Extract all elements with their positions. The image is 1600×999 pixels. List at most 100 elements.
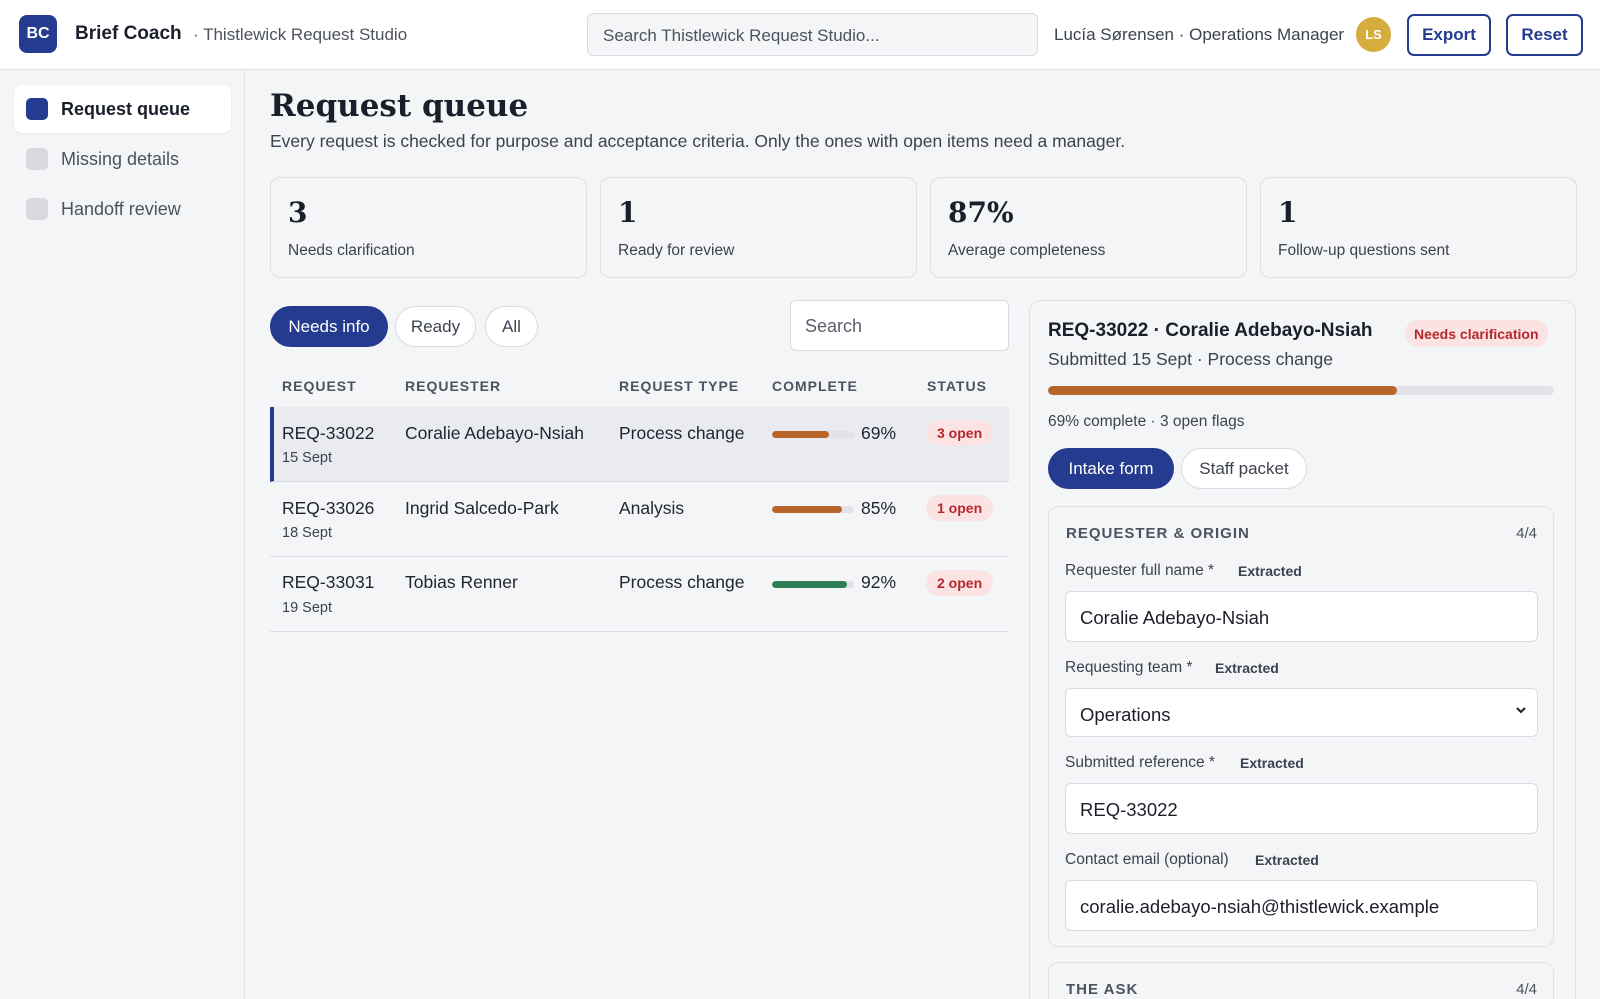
completeness-bar xyxy=(772,431,854,438)
stat-value: 87% xyxy=(948,196,1014,229)
extracted-tag: Extracted xyxy=(1255,852,1319,868)
request-type: Analysis xyxy=(619,498,685,518)
request-id: REQ-33026 xyxy=(282,498,375,518)
tab-intake-form[interactable]: Intake form xyxy=(1048,448,1174,489)
section-the-ask: THE ASK 4/4 xyxy=(1048,962,1554,999)
filter-all[interactable]: All xyxy=(485,306,538,347)
request-id: REQ-33022 xyxy=(282,423,375,443)
workspace-name: · Thistlewick Request Studio xyxy=(193,25,408,44)
app-name: Brief Coach xyxy=(75,23,182,44)
sidebar-item-label: Missing details xyxy=(61,148,180,169)
status-badge: Needs clarification xyxy=(1405,320,1548,347)
reset-button[interactable]: Reset xyxy=(1506,14,1583,56)
completeness-bar-fill xyxy=(772,506,842,513)
completeness-value: 69% xyxy=(861,423,897,443)
queue-search-input[interactable]: Search xyxy=(790,300,1009,351)
detail-progress-bar xyxy=(1048,386,1554,395)
field-value: Coralie Adebayo-Nsiah xyxy=(1080,607,1270,628)
sidebar-item-request-queue[interactable]: Request queue xyxy=(14,85,231,133)
status-badge: 1 open xyxy=(926,495,994,521)
request-type: Process change xyxy=(619,423,745,443)
missing-details-icon xyxy=(26,148,48,170)
extracted-tag: Extracted xyxy=(1215,660,1279,676)
filter-needs-info[interactable]: Needs info xyxy=(270,306,388,347)
detail-title: REQ-33022 · Coralie Adebayo-Nsiah xyxy=(1048,320,1373,341)
column-header-complete[interactable]: COMPLETE xyxy=(772,378,858,394)
requester-name: Coralie Adebayo-Nsiah xyxy=(405,423,584,443)
field-label-requesting-team: Requesting team * xyxy=(1065,659,1193,676)
stat-card-average-completeness: 87% Average completeness xyxy=(930,177,1247,278)
detail-subtitle: Submitted 15 Sept · Process change xyxy=(1048,349,1334,369)
field-label-requester-name: Requester full name * xyxy=(1065,562,1215,579)
requester-name: Ingrid Salcedo-Park xyxy=(405,498,559,518)
completeness-bar-fill xyxy=(772,581,848,588)
column-header-request-type[interactable]: REQUEST TYPE xyxy=(619,378,739,394)
stat-value: 1 xyxy=(1278,196,1298,229)
top-bar: BC Brief Coach · Thistlewick Request Stu… xyxy=(0,0,1600,70)
completeness-bar-fill xyxy=(772,431,829,438)
tab-staff-packet[interactable]: Staff packet xyxy=(1181,448,1307,489)
field-value: Operations xyxy=(1080,704,1171,725)
column-header-requester[interactable]: REQUESTER xyxy=(405,378,501,394)
requesting-team-select[interactable]: Operations xyxy=(1065,688,1538,737)
status-badge: 3 open xyxy=(926,420,994,446)
section-count: 4/4 xyxy=(1516,981,1537,998)
table-row[interactable] xyxy=(270,407,1009,482)
sidebar-item-label: Handoff review xyxy=(61,198,181,219)
export-button[interactable]: Export xyxy=(1407,14,1491,56)
stat-value: 3 xyxy=(288,196,308,229)
page-description: Every request is checked for purpose and… xyxy=(270,131,1126,151)
stat-value: 1 xyxy=(618,196,638,229)
stat-card-needs-clarification: 3 Needs clarification xyxy=(270,177,587,278)
section-title: REQUESTER & ORIGIN xyxy=(1066,525,1250,542)
completeness-value: 92% xyxy=(861,572,897,592)
contact-email-field[interactable]: coralie.adebayo-nsiah@thistlewick.exampl… xyxy=(1065,880,1538,931)
sidebar-item-missing-details[interactable]: Missing details xyxy=(14,135,231,183)
queue-search-placeholder: Search xyxy=(805,316,863,336)
request-id: REQ-33031 xyxy=(282,572,375,592)
page-title: Request queue xyxy=(270,88,529,124)
completeness-bar xyxy=(772,506,854,513)
completeness-bar xyxy=(772,581,854,588)
stat-caption: Follow-up questions sent xyxy=(1278,242,1450,259)
stat-caption: Needs clarification xyxy=(288,242,415,259)
requester-name: Tobias Renner xyxy=(405,572,518,592)
queue-icon xyxy=(26,98,48,120)
request-date: 15 Sept xyxy=(282,450,332,466)
request-type: Process change xyxy=(619,572,745,592)
table-row[interactable] xyxy=(270,557,1009,632)
detail-meta: 69% complete · 3 open flags xyxy=(1048,413,1245,430)
requester-name-field[interactable]: Coralie Adebayo-Nsiah xyxy=(1065,591,1538,642)
filter-ready[interactable]: Ready xyxy=(395,306,476,347)
sidebar-item-label: Request queue xyxy=(61,98,191,119)
global-search-placeholder: Search Thistlewick Request Studio... xyxy=(603,26,880,45)
stat-caption: Ready for review xyxy=(618,242,735,259)
user-info: Lucía Sørensen · Operations Manager xyxy=(1054,25,1345,44)
completeness-value: 85% xyxy=(861,498,897,518)
field-value: REQ-33022 xyxy=(1080,799,1178,820)
extracted-tag: Extracted xyxy=(1238,563,1302,579)
chevron-down-icon xyxy=(1516,707,1526,714)
app-logo[interactable]: BC xyxy=(19,15,57,53)
section-count: 4/4 xyxy=(1516,525,1537,542)
detail-progress-fill xyxy=(1048,386,1398,395)
field-label-submitted-reference: Submitted reference * xyxy=(1065,754,1215,771)
stat-card-follow-up-questions: 1 Follow-up questions sent xyxy=(1260,177,1577,278)
global-search-input[interactable]: Search Thistlewick Request Studio... xyxy=(587,13,1038,56)
request-date: 19 Sept xyxy=(282,600,332,616)
field-value: coralie.adebayo-nsiah@thistlewick.exampl… xyxy=(1080,896,1440,917)
column-header-status[interactable]: STATUS xyxy=(927,378,987,394)
request-date: 18 Sept xyxy=(282,525,332,541)
field-label-contact-email: Contact email (optional) xyxy=(1065,851,1229,868)
handoff-review-icon xyxy=(26,198,48,220)
status-badge: 2 open xyxy=(926,570,994,596)
stat-card-ready-for-review: 1 Ready for review xyxy=(600,177,917,278)
sidebar-item-handoff-review[interactable]: Handoff review xyxy=(14,185,231,233)
submitted-reference-field[interactable]: REQ-33022 xyxy=(1065,783,1538,834)
avatar[interactable]: LS xyxy=(1356,17,1391,52)
stat-caption: Average completeness xyxy=(948,242,1106,259)
extracted-tag: Extracted xyxy=(1240,755,1304,771)
sidebar: Request queue Missing details Handoff re… xyxy=(0,70,245,999)
table-row[interactable] xyxy=(270,482,1009,557)
column-header-request[interactable]: REQUEST xyxy=(282,378,357,394)
